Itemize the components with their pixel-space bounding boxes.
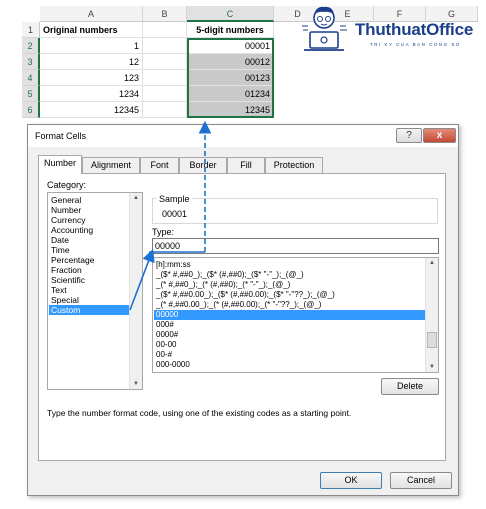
sample-group: 00001 bbox=[152, 198, 438, 224]
cell-a3[interactable]: 12 bbox=[40, 54, 143, 70]
brand-logo-text: ThuthuatOffice bbox=[355, 20, 474, 39]
format-item[interactable]: 000# bbox=[154, 320, 425, 330]
cell-c2[interactable]: 00001 bbox=[187, 38, 274, 54]
sample-label: Sample bbox=[157, 194, 192, 204]
format-item[interactable]: _(* #,##0_);_(* (#,##0);_(* "-"_);_(@_) bbox=[154, 280, 425, 290]
cell-c5[interactable]: 01234 bbox=[187, 86, 274, 102]
scroll-up-icon[interactable]: ▲ bbox=[130, 195, 142, 201]
category-item-accounting[interactable]: Accounting bbox=[49, 225, 129, 235]
category-item-general[interactable]: General bbox=[49, 195, 129, 205]
tab-border[interactable]: Border bbox=[179, 157, 227, 173]
cell-a6[interactable]: 12345 bbox=[40, 102, 143, 118]
category-item-text[interactable]: Text bbox=[49, 285, 129, 295]
tab-fill[interactable]: Fill bbox=[227, 157, 265, 173]
format-code-list[interactable]: [h]:mm:ss _($* #,##0_);_($* (#,##0);_($*… bbox=[152, 257, 439, 373]
dialog-title: Format Cells bbox=[35, 131, 87, 141]
tab-protection[interactable]: Protection bbox=[265, 157, 323, 173]
cell-b1[interactable] bbox=[143, 22, 187, 38]
cell-b5[interactable] bbox=[143, 86, 187, 102]
format-item-selected[interactable]: 00000 bbox=[154, 310, 425, 320]
category-item-fraction[interactable]: Fraction bbox=[49, 265, 129, 275]
tab-alignment[interactable]: Alignment bbox=[82, 157, 140, 173]
dialog-titlebar[interactable]: Format Cells ? x bbox=[28, 125, 458, 147]
brand-tagline: TRI KY CUA BAN CONG SO bbox=[370, 42, 461, 47]
format-item[interactable]: 0000# bbox=[154, 330, 425, 340]
category-item-number[interactable]: Number bbox=[49, 205, 129, 215]
cancel-button[interactable]: Cancel bbox=[390, 472, 452, 489]
format-cells-dialog: Format Cells ? x Number Alignment Font B… bbox=[27, 124, 459, 496]
ok-button[interactable]: OK bbox=[320, 472, 382, 489]
cell-c1[interactable]: 5-digit numbers bbox=[187, 22, 274, 38]
scroll-up-icon[interactable]: ▲ bbox=[426, 260, 438, 266]
format-list-scrollbar[interactable]: ▲ ▼ bbox=[425, 258, 438, 372]
scroll-thumb[interactable] bbox=[427, 332, 437, 348]
row-header-4[interactable]: 4 bbox=[22, 70, 40, 86]
category-item-custom[interactable]: Custom bbox=[49, 305, 129, 315]
number-tab-panel: Category: General Number Currency Accoun… bbox=[38, 173, 446, 461]
format-item[interactable]: 00-00 bbox=[154, 340, 425, 350]
close-button[interactable]: x bbox=[423, 128, 456, 143]
category-item-special[interactable]: Special bbox=[49, 295, 129, 305]
category-item-date[interactable]: Date bbox=[49, 235, 129, 245]
format-item[interactable]: 000-0000 bbox=[154, 360, 425, 370]
cell-b6[interactable] bbox=[143, 102, 187, 118]
row-header-5[interactable]: 5 bbox=[22, 86, 40, 102]
cell-c6[interactable]: 12345 bbox=[187, 102, 274, 118]
category-item-currency[interactable]: Currency bbox=[49, 215, 129, 225]
cell-a1[interactable]: Original numbers bbox=[40, 22, 143, 38]
category-item-scientific[interactable]: Scientific bbox=[49, 275, 129, 285]
format-description: Type the number format code, using one o… bbox=[47, 408, 352, 418]
row-header-2[interactable]: 2 bbox=[22, 38, 40, 54]
column-header-a[interactable]: A bbox=[40, 6, 143, 22]
category-label: Category: bbox=[47, 180, 87, 190]
format-item[interactable]: [h]:mm:ss bbox=[154, 260, 425, 270]
brand-mascot-icon bbox=[302, 6, 347, 51]
scroll-down-icon[interactable]: ▼ bbox=[130, 381, 142, 387]
category-list[interactable]: General Number Currency Accounting Date … bbox=[47, 192, 143, 390]
format-item[interactable]: _($* #,##0.00_);_($* (#,##0.00);_($* "-"… bbox=[154, 290, 425, 300]
type-label: Type: bbox=[152, 227, 175, 237]
cell-b2[interactable] bbox=[143, 38, 187, 54]
category-item-percentage[interactable]: Percentage bbox=[49, 255, 129, 265]
delete-button[interactable]: Delete bbox=[381, 378, 439, 395]
scroll-down-icon[interactable]: ▼ bbox=[426, 364, 438, 370]
row-header-1[interactable]: 1 bbox=[22, 22, 40, 38]
category-scrollbar[interactable]: ▲ ▼ bbox=[129, 193, 142, 389]
category-item-time[interactable]: Time bbox=[49, 245, 129, 255]
row-header-3[interactable]: 3 bbox=[22, 54, 40, 70]
help-button[interactable]: ? bbox=[396, 128, 422, 143]
format-item[interactable]: _($* #,##0_);_($* (#,##0);_($* "-"_);_(@… bbox=[154, 270, 425, 280]
cell-a4[interactable]: 123 bbox=[40, 70, 143, 86]
cell-b3[interactable] bbox=[143, 54, 187, 70]
column-header-b[interactable]: B bbox=[143, 6, 187, 22]
tab-font[interactable]: Font bbox=[140, 157, 179, 173]
cell-b4[interactable] bbox=[143, 70, 187, 86]
row-header-6[interactable]: 6 bbox=[22, 102, 40, 118]
format-item[interactable]: 00-# bbox=[154, 350, 425, 360]
type-input[interactable]: 00000 bbox=[152, 238, 439, 254]
cell-a5[interactable]: 1234 bbox=[40, 86, 143, 102]
cell-a2[interactable]: 1 bbox=[40, 38, 143, 54]
cell-c4[interactable]: 00123 bbox=[187, 70, 274, 86]
format-item[interactable]: _(* #,##0.00_);_(* (#,##0.00);_(* "-"??_… bbox=[154, 300, 425, 310]
column-header-c[interactable]: C bbox=[187, 6, 274, 22]
tab-number[interactable]: Number bbox=[38, 155, 82, 174]
cell-c3[interactable]: 00012 bbox=[187, 54, 274, 70]
sample-value: 00001 bbox=[162, 209, 188, 219]
